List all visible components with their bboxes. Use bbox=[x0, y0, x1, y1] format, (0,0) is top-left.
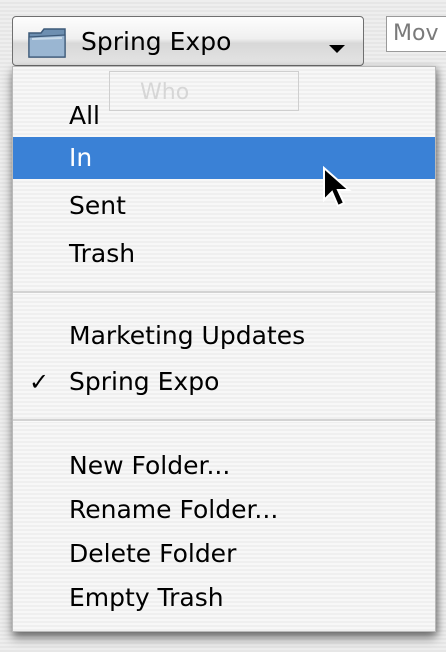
menu-item-label: All bbox=[69, 101, 100, 130]
menu-item-label: In bbox=[69, 143, 93, 172]
menu-separator bbox=[13, 291, 435, 294]
menu-item-delete-folder[interactable]: Delete Folder bbox=[13, 533, 435, 575]
mouse-pointer-icon bbox=[323, 166, 352, 208]
menu-item-label: Rename Folder... bbox=[69, 495, 279, 524]
menu-item-empty-trash[interactable]: Empty Trash bbox=[13, 577, 435, 619]
menu-item-label: Spring Expo bbox=[69, 367, 220, 396]
folder-dropdown-menu: Who All In Sent Trash Marketing Updates … bbox=[12, 66, 436, 632]
checkmark-icon: ✓ bbox=[29, 368, 50, 396]
menu-separator bbox=[13, 419, 435, 422]
move-field[interactable]: Mov bbox=[386, 16, 446, 52]
menu-item-trash[interactable]: Trash bbox=[13, 233, 435, 275]
menu-item-rename-folder[interactable]: Rename Folder... bbox=[13, 489, 435, 531]
menu-item-label: Empty Trash bbox=[69, 583, 224, 612]
menu-item-all[interactable]: All bbox=[13, 95, 435, 137]
chevron-down-icon bbox=[329, 45, 345, 53]
folder-icon bbox=[28, 28, 66, 58]
menu-item-marketing-updates[interactable]: Marketing Updates bbox=[13, 315, 435, 357]
menu-item-in[interactable]: In bbox=[13, 137, 435, 179]
folder-popup-button[interactable]: Spring Expo bbox=[12, 16, 364, 66]
menu-item-label: Delete Folder bbox=[69, 539, 237, 568]
menu-item-label: New Folder... bbox=[69, 451, 231, 480]
menu-item-sent[interactable]: Sent bbox=[13, 185, 435, 227]
menu-item-label: Marketing Updates bbox=[69, 321, 306, 350]
folder-popup-label: Spring Expo bbox=[81, 27, 232, 56]
menu-item-label: Trash bbox=[69, 239, 136, 268]
menu-item-new-folder[interactable]: New Folder... bbox=[13, 445, 435, 487]
menu-item-label: Sent bbox=[69, 191, 126, 220]
menu-item-spring-expo[interactable]: ✓ Spring Expo bbox=[13, 361, 435, 403]
